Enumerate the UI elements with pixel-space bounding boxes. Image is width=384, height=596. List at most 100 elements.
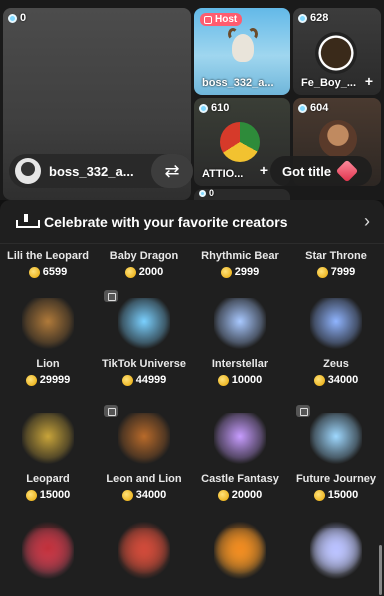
gift-price-value: 44999 <box>135 374 167 386</box>
gift-item[interactable]: Rhythmic Bear 2999 <box>192 244 288 284</box>
gift-price: 44999 <box>96 374 192 386</box>
gift-image <box>214 413 266 465</box>
coin-icon <box>316 266 328 278</box>
gift-price: 10000 <box>192 374 288 386</box>
host-icon <box>204 15 212 24</box>
gift-price-value: 6599 <box>42 266 68 278</box>
gift-grid: Lili the Leopard 6599 Baby Dragon 2000 Rhyth… <box>0 244 384 584</box>
guest-avatar <box>315 32 357 74</box>
gift-price-value: 34000 <box>135 489 167 501</box>
got-title-button[interactable]: Got title <box>270 156 372 186</box>
gift-name: Rhythmic Bear <box>201 250 279 262</box>
gift-item[interactable] <box>96 514 192 584</box>
gift-item[interactable] <box>192 514 288 584</box>
gift-item[interactable]: Leon and Lion 34000 <box>96 399 192 514</box>
gift-item[interactable]: Interstellar 10000 <box>192 284 288 399</box>
gem-icon <box>8 13 17 23</box>
gift-name: Future Journey <box>295 473 377 485</box>
guest-tile-628[interactable]: 628 Fe_Boy_... + <box>293 8 381 95</box>
gem-icon <box>199 189 206 197</box>
current-user-pill[interactable]: boss_332_a... ⇄ <box>9 154 193 188</box>
gift-item[interactable]: TikTok Universe 44999 <box>96 284 192 399</box>
gift-name: Lion <box>36 358 60 370</box>
gift-image <box>310 522 362 574</box>
banner-text: Celebrate with your favorite creators <box>44 213 288 230</box>
gift-item[interactable]: Baby Dragon 2000 <box>96 244 192 284</box>
gift-name: Castle Fantasy <box>201 473 279 485</box>
chevron-right-icon[interactable]: › <box>364 211 370 232</box>
goat-avatar-image <box>224 28 264 68</box>
coin-icon <box>220 266 232 278</box>
gift-price: 20000 <box>192 489 288 501</box>
title-gem-icon <box>335 159 359 183</box>
gift-name: TikTok Universe <box>102 358 186 370</box>
book-icon <box>16 213 40 230</box>
celebrate-banner[interactable]: Celebrate with your favorite creators › <box>0 200 384 244</box>
gift-name: Lili the Leopard <box>7 250 89 262</box>
gift-name: Star Throne <box>305 250 367 262</box>
coin-icon <box>124 266 136 278</box>
gift-item[interactable]: Future Journey 15000 <box>288 399 384 514</box>
coin-icon <box>25 374 37 386</box>
coin-icon <box>121 374 133 386</box>
gift-price: 2000 <box>96 266 192 278</box>
gift-price: 34000 <box>288 374 384 386</box>
gift-item[interactable]: Castle Fantasy 20000 <box>192 399 288 514</box>
gift-image <box>22 298 74 350</box>
gift-price: 6599 <box>0 266 96 278</box>
gift-name: Leon and Lion <box>106 473 182 485</box>
gift-price-value: 34000 <box>327 374 359 386</box>
gift-image <box>118 413 170 465</box>
got-title-label: Got title <box>282 163 332 179</box>
gift-price-value: 20000 <box>231 489 263 501</box>
guest-avatar <box>319 120 357 158</box>
live-video-grid: 0 Host boss_332_a... 628 Fe_Boy_... + 61… <box>0 0 384 200</box>
gift-name: Zeus <box>323 358 349 370</box>
guest-count: 604 <box>298 102 328 114</box>
gift-image <box>118 298 170 350</box>
gift-image <box>214 522 266 574</box>
gift-item[interactable] <box>288 514 384 584</box>
gift-price: 15000 <box>288 489 384 501</box>
gem-icon <box>298 103 307 113</box>
coin-icon <box>28 266 40 278</box>
guest-tile-bottom[interactable]: 0 <box>194 189 290 200</box>
guest-count: 0 <box>199 189 214 198</box>
coin-icon <box>313 489 325 501</box>
gift-image <box>310 298 362 350</box>
gift-image <box>118 522 170 574</box>
guest-name: Fe_Boy_... <box>301 77 357 89</box>
gift-name: Baby Dragon <box>109 250 179 262</box>
gift-price-value: 29999 <box>39 374 71 386</box>
coin-icon <box>313 374 325 386</box>
gift-item[interactable]: Star Throne 7999 <box>288 244 384 284</box>
gem-icon <box>298 13 307 23</box>
guest-avatar <box>220 122 260 162</box>
swap-arrows-icon[interactable]: ⇄ <box>151 154 193 188</box>
gift-name: Interstellar <box>211 358 269 370</box>
gift-item[interactable]: Zeus 34000 <box>288 284 384 399</box>
coin-icon <box>217 374 229 386</box>
effect-tag-icon <box>104 290 118 302</box>
gift-price: 34000 <box>96 489 192 501</box>
video-tag-icon <box>104 405 118 417</box>
add-guest-icon[interactable]: + <box>361 74 377 90</box>
coin-icon <box>121 489 133 501</box>
gift-name: Leopard <box>26 473 70 485</box>
gift-price-value: 7999 <box>330 266 356 278</box>
gift-item[interactable]: Lion 29999 <box>0 284 96 399</box>
gift-price-value: 15000 <box>39 489 71 501</box>
scrollbar[interactable] <box>379 545 382 595</box>
gift-panel: Celebrate with your favorite creators › … <box>0 200 384 596</box>
coin-icon <box>25 489 37 501</box>
gift-price-value: 15000 <box>327 489 359 501</box>
viewer-count: 0 <box>8 12 26 24</box>
gift-item[interactable]: Leopard 15000 <box>0 399 96 514</box>
guest-count: 628 <box>298 12 328 24</box>
gift-image <box>310 413 362 465</box>
gift-item[interactable] <box>0 514 96 584</box>
host-badge: Host <box>200 13 243 26</box>
host-video-tile[interactable]: Host boss_332_a... <box>194 8 290 95</box>
gift-item[interactable]: Lili the Leopard 6599 <box>0 244 96 284</box>
gift-price-value: 10000 <box>231 374 263 386</box>
